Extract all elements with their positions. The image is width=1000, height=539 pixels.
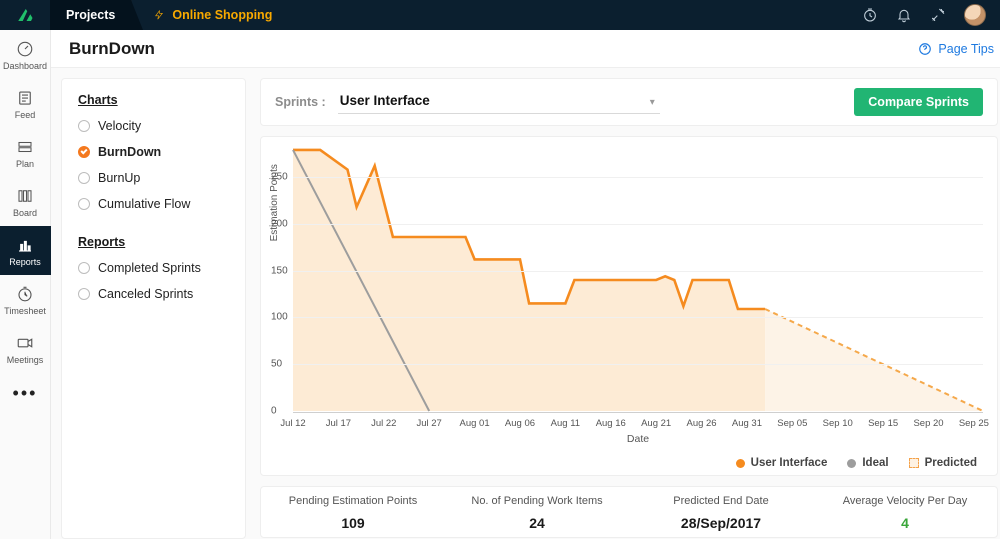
breadcrumb-label: Online Shopping [172, 8, 272, 22]
nav-tab-label: Projects [66, 8, 115, 22]
legend-ideal: Ideal [847, 457, 888, 469]
radio-icon [78, 288, 90, 300]
compare-sprints-button[interactable]: Compare Sprints [854, 88, 983, 116]
clock-icon[interactable] [862, 7, 878, 23]
reports-icon [16, 236, 34, 254]
rail-item-board[interactable]: Board [0, 177, 51, 226]
stat-col: No. of Pending Work Items24 [445, 487, 629, 537]
nav-rail: DashboardFeedPlanBoardReportsTimesheetMe… [0, 30, 51, 539]
page-title: BurnDown [69, 39, 155, 59]
side-option-canceled-sprints[interactable]: Canceled Sprints [78, 287, 229, 301]
stat-col: Predicted End Date28/Sep/2017 [629, 487, 813, 537]
plan-icon [16, 138, 34, 156]
rail-item-dashboard[interactable]: Dashboard [0, 30, 51, 79]
stat-col: Average Velocity Per Day4 [813, 487, 997, 537]
nav-tab-projects[interactable]: Projects [50, 0, 132, 30]
x-axis-label: Date [627, 433, 649, 445]
radio-icon [78, 146, 90, 158]
sprint-select-label: Sprints : [275, 95, 326, 109]
legend-predicted: Predicted [909, 457, 977, 469]
meetings-icon [16, 334, 34, 352]
radio-icon [78, 120, 90, 132]
side-option-velocity[interactable]: Velocity [78, 119, 229, 133]
chart-toolbar: Sprints : User Interface ▾ Compare Sprin… [260, 78, 998, 126]
sprint-select[interactable]: User Interface [338, 90, 660, 114]
rail-item-plan[interactable]: Plan [0, 128, 51, 177]
avatar[interactable] [964, 4, 986, 26]
side-option-burnup[interactable]: BurnUp [78, 171, 229, 185]
more-icon: ••• [13, 383, 38, 404]
stat-col: Pending Estimation Points109 [261, 487, 445, 537]
charts-heading: Charts [78, 93, 229, 107]
rail-item-feed[interactable]: Feed [0, 79, 51, 128]
breadcrumb-project[interactable]: Online Shopping [154, 8, 272, 22]
side-option-completed-sprints[interactable]: Completed Sprints [78, 261, 229, 275]
side-panel: Charts Velocity BurnDown BurnUp Cumulative … [61, 78, 246, 539]
bolt-icon [154, 8, 164, 22]
board-icon [16, 187, 34, 205]
radio-icon [78, 172, 90, 184]
tools-icon[interactable] [930, 7, 946, 23]
reports-heading: Reports [78, 235, 229, 249]
chart-legend: User Interface Ideal Predicted [736, 457, 977, 469]
feed-icon [16, 89, 34, 107]
page-tips-link[interactable]: Page Tips [918, 42, 994, 56]
radio-icon [78, 262, 90, 274]
rail-item-more[interactable]: ••• [0, 373, 51, 412]
dashboard-icon [16, 40, 34, 58]
sprint-stats-table: Pending Estimation Points109No. of Pendi… [260, 486, 998, 538]
topbar: Projects Online Shopping [0, 0, 1000, 30]
app-logo[interactable] [0, 0, 50, 30]
help-icon [918, 42, 932, 56]
rail-item-reports[interactable]: Reports [0, 226, 51, 275]
page-tips-label: Page Tips [938, 42, 994, 56]
legend-actual: User Interface [736, 457, 828, 469]
burndown-chart: Estimation Points Date 050100150200250Ju… [293, 149, 983, 411]
timesheet-icon [16, 285, 34, 303]
radio-icon [78, 198, 90, 210]
side-option-burndown[interactable]: BurnDown [78, 145, 229, 159]
rail-item-meetings[interactable]: Meetings [0, 324, 51, 373]
burndown-chart-card: Estimation Points Date 050100150200250Ju… [260, 136, 998, 476]
side-option-cumulative-flow[interactable]: Cumulative Flow [78, 197, 229, 211]
bell-icon[interactable] [896, 7, 912, 23]
rail-item-timesheet[interactable]: Timesheet [0, 275, 51, 324]
